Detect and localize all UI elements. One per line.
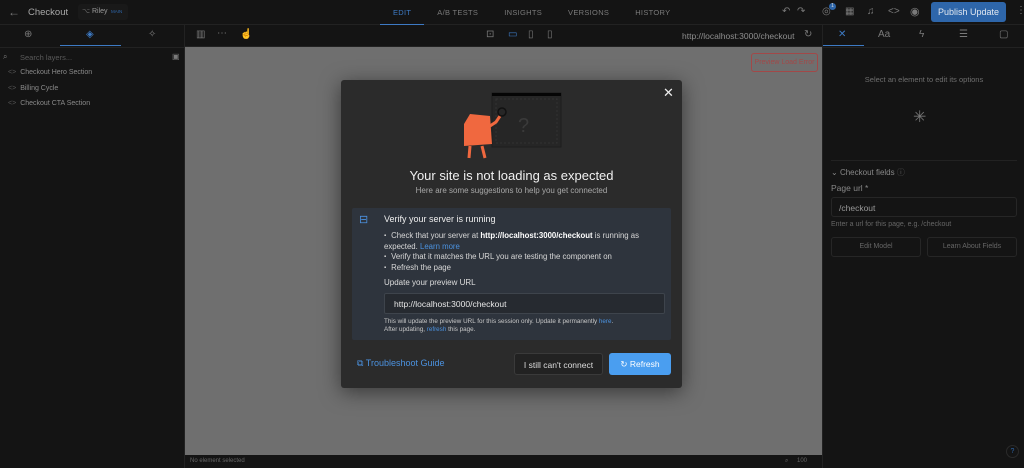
layer-item[interactable]: <> Billing Cycle bbox=[8, 85, 58, 92]
robot-illustration-icon: ? bbox=[464, 92, 562, 159]
desktop-icon[interactable]: ▭ bbox=[508, 29, 517, 40]
refresh-button[interactable]: ↻ Refresh bbox=[609, 353, 671, 375]
cant-connect-button[interactable]: I still can't connect bbox=[514, 353, 603, 375]
columns-icon[interactable]: ▥ bbox=[196, 29, 205, 40]
troubleshoot-label: Troubleshoot Guide bbox=[365, 358, 445, 368]
redo-icon[interactable]: ↷ bbox=[797, 6, 805, 17]
mobile-icon[interactable]: ▯ bbox=[547, 29, 553, 40]
comment-icon[interactable]: ▢ bbox=[999, 29, 1008, 40]
page-url-input[interactable]: /checkout bbox=[831, 197, 1017, 217]
zoom-icon: ⌕ bbox=[785, 458, 789, 464]
suggestion-item: Refresh the page bbox=[384, 263, 664, 274]
code-icon: <> bbox=[8, 100, 17, 107]
tab-history[interactable]: HISTORY bbox=[622, 0, 683, 25]
preview-url-input[interactable]: http://localhost:3000/checkout bbox=[384, 293, 665, 314]
branch-icon: ⌥ bbox=[82, 8, 91, 15]
page-title: Checkout bbox=[28, 7, 69, 18]
typography-icon[interactable]: Aa bbox=[878, 29, 890, 40]
server-check-box: ⊟ Verify your server is running Check th… bbox=[352, 208, 671, 340]
code-icon[interactable]: <> bbox=[888, 6, 900, 17]
spacing-icon[interactable]: ⋯ bbox=[217, 28, 227, 39]
refresh-label: Refresh bbox=[629, 359, 660, 369]
branch-badge: MAIN bbox=[111, 9, 123, 14]
url-note: This will update the preview URL for thi… bbox=[384, 318, 614, 333]
code-icon: <> bbox=[8, 69, 17, 76]
tablet-icon[interactable]: ▯ bbox=[528, 29, 534, 40]
tab-versions[interactable]: VERSIONS bbox=[555, 0, 622, 25]
right-panel: ✕ Aa ϟ ☰ ▢ Select an element to edit its… bbox=[822, 25, 1024, 468]
page-url-label: Page url * bbox=[831, 183, 869, 193]
tab-ab-tests[interactable]: A/B TESTS bbox=[424, 0, 491, 25]
active-tab-indicator bbox=[60, 45, 121, 46]
layers-icon[interactable]: ◈ bbox=[86, 29, 94, 40]
zoom-level[interactable]: 100 bbox=[797, 458, 807, 464]
add-icon[interactable]: ⊕ bbox=[24, 29, 32, 40]
calendar-icon[interactable]: ▦ bbox=[845, 6, 854, 17]
more-menu-icon[interactable]: ⋮ bbox=[1016, 5, 1024, 16]
suggestion-item: Verify that it matches the URL you are t… bbox=[384, 252, 664, 263]
refresh-link[interactable]: refresh bbox=[427, 326, 447, 333]
preview-load-error-badge[interactable]: Preview Load Error bbox=[751, 53, 818, 72]
layer-label: Checkout CTA Section bbox=[20, 100, 91, 107]
notification-count: 1 bbox=[829, 3, 836, 10]
user-name: Riley bbox=[92, 8, 108, 15]
server-icon: ⊟ bbox=[359, 214, 369, 226]
here-link[interactable]: here bbox=[599, 318, 612, 325]
left-sidebar: ⊕ ◈ ✧ ⌕ Search layers... ▣ <> Checkout He… bbox=[0, 25, 185, 468]
undo-icon[interactable]: ↶ bbox=[782, 6, 790, 17]
preview-error-modal: ✕ ? Your site is not loading as expected… bbox=[341, 80, 682, 388]
modal-subtitle: Here are some suggestions to help you ge… bbox=[415, 186, 608, 195]
learn-more-link[interactable]: Learn more bbox=[420, 242, 460, 251]
save-icon[interactable]: ▣ bbox=[172, 52, 180, 61]
empty-selection-hint: Select an element to edit its options bbox=[864, 75, 984, 84]
bell-icon[interactable]: ♫ bbox=[867, 6, 875, 17]
selection-status: No element selected bbox=[190, 458, 245, 464]
cursor-click-icon: ✳ bbox=[913, 109, 927, 126]
update-url-label: Update your preview URL bbox=[384, 278, 476, 287]
database-icon[interactable]: ☰ bbox=[959, 29, 968, 40]
modal-title: Your site is not loading as expected bbox=[409, 168, 614, 183]
canvas-toolbar: ▥ ⋯ ☝ ⊡ ▭ ▯ ▯ http://localhost:3000/chec… bbox=[185, 25, 822, 47]
publish-update-button[interactable]: Publish Update bbox=[931, 2, 1006, 22]
tab-insights[interactable]: INSIGHTS bbox=[491, 0, 555, 25]
main-tabs: EDIT A/B TESTS INSIGHTS VERSIONS HISTORY bbox=[380, 0, 683, 25]
eye-icon[interactable]: ◉ bbox=[910, 5, 920, 18]
help-button[interactable]: ? bbox=[1006, 445, 1019, 458]
troubleshoot-guide-link[interactable]: ⧉ Troubleshoot Guide bbox=[357, 358, 445, 369]
tab-edit[interactable]: EDIT bbox=[380, 0, 425, 25]
fit-icon[interactable]: ⊡ bbox=[486, 29, 494, 40]
search-icon: ⌕ bbox=[3, 52, 8, 61]
edit-model-button[interactable]: Edit Model bbox=[831, 237, 921, 257]
search-layers-input[interactable]: Search layers... bbox=[20, 53, 72, 62]
code-icon: <> bbox=[8, 85, 17, 92]
top-bar: ← Checkout ⌥ Riley MAIN EDIT A/B TESTS I… bbox=[0, 0, 1024, 25]
suggestion-item: Check that your server at http://localho… bbox=[384, 231, 664, 252]
refresh-icon: ↻ bbox=[620, 359, 628, 369]
external-link-icon: ⧉ bbox=[357, 358, 364, 368]
reload-icon[interactable]: ↻ bbox=[804, 29, 812, 40]
layer-item[interactable]: <> Checkout Hero Section bbox=[8, 69, 92, 76]
layer-label: Checkout Hero Section bbox=[20, 69, 93, 76]
page-url-help: Enter a url for this page, e.g. /checkou… bbox=[831, 221, 952, 228]
help-circle-icon[interactable]: ⓘ bbox=[897, 168, 905, 177]
box-title: Verify your server is running bbox=[384, 214, 496, 224]
style-icon[interactable]: ✕ bbox=[838, 29, 846, 40]
learn-about-fields-button[interactable]: Learn About Fields bbox=[927, 237, 1017, 257]
branch-selector[interactable]: ⌥ Riley MAIN bbox=[78, 4, 128, 20]
close-icon[interactable]: ✕ bbox=[663, 85, 674, 101]
layer-item[interactable]: <> Checkout CTA Section bbox=[8, 100, 90, 107]
preview-url[interactable]: http://localhost:3000/checkout bbox=[682, 31, 794, 41]
section-toggle[interactable]: ⌄ Checkout fields ⓘ bbox=[831, 167, 905, 178]
section-title: Checkout fields bbox=[839, 168, 895, 177]
back-arrow-icon[interactable]: ← bbox=[8, 5, 20, 19]
pointer-icon[interactable]: ☝ bbox=[240, 29, 252, 40]
bolt-icon[interactable]: ϟ bbox=[919, 29, 924, 40]
sparkle-icon[interactable]: ✧ bbox=[148, 29, 156, 40]
svg-text:?: ? bbox=[518, 115, 529, 137]
layer-label: Billing Cycle bbox=[20, 85, 59, 92]
status-bar: No element selected ⌕ 100 bbox=[185, 455, 822, 468]
suggestion-list: Check that your server at http://localho… bbox=[384, 231, 664, 273]
server-url: http://localhost:3000/checkout bbox=[480, 231, 593, 240]
